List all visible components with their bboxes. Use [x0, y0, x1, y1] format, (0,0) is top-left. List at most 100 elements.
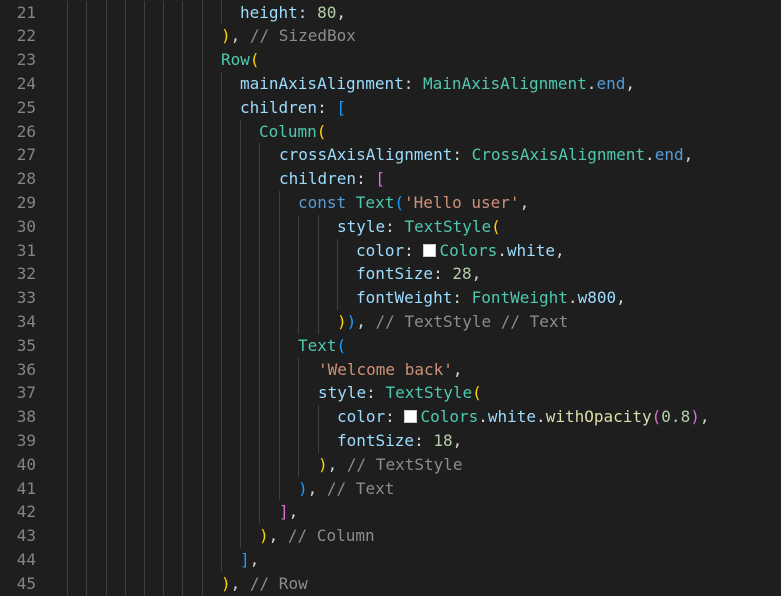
- code-token: withOpacity: [545, 407, 652, 427]
- code-token: :: [404, 240, 424, 260]
- code-token: style: [337, 216, 386, 236]
- code-token: const: [298, 192, 356, 212]
- code-line[interactable]: style: TextStyle(: [337, 215, 501, 239]
- code-token: ,: [452, 359, 463, 379]
- code-token: ,: [452, 430, 463, 450]
- indent-guide: [298, 214, 299, 334]
- code-token: 18: [433, 430, 453, 450]
- code-token: ,: [230, 573, 250, 593]
- code-token: ): [259, 526, 269, 546]
- code-line[interactable]: mainAxisAlignment: MainAxisAlignment.end…: [240, 72, 635, 96]
- code-token: .: [567, 288, 578, 308]
- code-line[interactable]: crossAxisAlignment: CrossAxisAlignment.e…: [279, 143, 693, 167]
- code-token: :: [297, 2, 318, 22]
- code-token: ): [221, 573, 231, 593]
- code-token: Colors: [420, 407, 479, 427]
- indent-guide: [86, 0, 87, 596]
- code-line[interactable]: fontWeight: FontWeight.w800,: [356, 286, 626, 310]
- code-token: style: [318, 383, 367, 403]
- code-area[interactable]: height: 80,), // SizedBox Row(mainAxisAli…: [0, 0, 781, 596]
- code-token: CrossAxisAlignment: [471, 145, 646, 165]
- code-token: .: [478, 407, 488, 427]
- code-token: color: [356, 240, 405, 260]
- code-token: ,: [249, 549, 260, 569]
- code-token: (: [651, 407, 662, 427]
- code-token: :: [385, 407, 405, 427]
- code-line[interactable]: const Text('Hello user',: [298, 191, 529, 215]
- code-line[interactable]: )), // TextStyle // Text: [337, 310, 568, 334]
- indent-guide: [240, 119, 241, 548]
- code-token: // Text: [326, 478, 395, 498]
- code-line[interactable]: ), // Row: [221, 572, 308, 596]
- code-token: // TextStyle // Text: [375, 311, 569, 331]
- code-token: ,: [555, 240, 565, 260]
- code-line[interactable]: height: 80,: [240, 1, 346, 25]
- code-token: MainAxisAlignment: [423, 73, 587, 93]
- code-line[interactable]: ],: [240, 548, 259, 572]
- code-line[interactable]: ), // Text: [298, 477, 394, 501]
- code-line[interactable]: fontSize: 18,: [337, 429, 462, 453]
- code-token: ): [298, 478, 308, 498]
- code-token: Colors: [439, 240, 498, 260]
- indent-guide: [221, 71, 222, 572]
- code-token: ,: [519, 192, 530, 212]
- code-line[interactable]: ],: [279, 500, 298, 524]
- code-token: Text: [355, 192, 395, 212]
- code-token: :: [317, 97, 337, 117]
- code-token: ,: [307, 478, 327, 498]
- code-token: // SizedBox: [249, 26, 356, 46]
- code-token: ,: [683, 145, 694, 165]
- code-token: TextStyle: [404, 216, 492, 236]
- indent-guide: [182, 0, 183, 596]
- code-line[interactable]: children: [: [240, 96, 346, 120]
- code-line[interactable]: Text(: [298, 334, 346, 358]
- code-token: end: [654, 145, 684, 165]
- code-token: ): [346, 311, 357, 331]
- code-token: ,: [230, 26, 250, 46]
- code-token: children: [240, 97, 318, 117]
- code-line[interactable]: Column(: [259, 120, 326, 144]
- code-token: 'Hello user': [403, 192, 520, 212]
- code-token: :: [356, 169, 376, 189]
- code-line[interactable]: style: TextStyle(: [318, 381, 482, 405]
- code-token: ,: [356, 311, 376, 331]
- code-token: white: [487, 407, 537, 427]
- code-token: 'Welcome back': [318, 359, 453, 379]
- indent-guide: [106, 0, 107, 596]
- color-swatch[interactable]: [404, 410, 418, 424]
- code-token: 80: [317, 2, 337, 22]
- code-token: :: [403, 73, 424, 93]
- code-token: ): [690, 407, 700, 427]
- code-token: (: [394, 192, 404, 212]
- code-token: ): [337, 311, 347, 331]
- code-line[interactable]: children: [: [279, 167, 385, 191]
- code-token: // Column: [287, 526, 375, 546]
- code-token: [: [336, 97, 346, 117]
- code-token: // Row: [249, 573, 308, 593]
- code-token: ,: [625, 73, 635, 93]
- code-line[interactable]: 'Welcome back',: [318, 358, 463, 382]
- code-token: Row: [221, 50, 250, 70]
- code-line[interactable]: color: Colors.white,: [356, 239, 565, 263]
- code-line[interactable]: color: Colors.white.withOpacity(0.8),: [337, 405, 709, 429]
- code-line[interactable]: ), // SizedBox: [221, 24, 356, 48]
- indent-guide: [318, 405, 319, 453]
- code-token: :: [433, 264, 453, 284]
- code-line[interactable]: fontSize: 28,: [356, 262, 481, 286]
- code-token: .: [497, 240, 507, 260]
- code-token: TextStyle: [385, 383, 473, 403]
- code-token: ,: [327, 454, 347, 474]
- code-token: Text: [298, 335, 337, 355]
- code-line[interactable]: ), // Column: [259, 524, 375, 548]
- code-token: 0.8: [661, 407, 691, 427]
- code-token: ,: [268, 526, 288, 546]
- code-editor[interactable]: 21 22 23 24 25 26 27 28 29 30 31 32 33 34 35 36 37 38 39 40…: [0, 0, 781, 596]
- indent-guide: [337, 238, 338, 310]
- code-line[interactable]: ), // TextStyle: [318, 453, 463, 477]
- code-line[interactable]: Row(: [221, 48, 260, 72]
- color-swatch[interactable]: [423, 243, 437, 257]
- code-token: Column: [259, 121, 317, 141]
- code-token: end: [596, 73, 626, 93]
- code-token: .: [645, 145, 655, 165]
- indent-guide: [279, 190, 280, 501]
